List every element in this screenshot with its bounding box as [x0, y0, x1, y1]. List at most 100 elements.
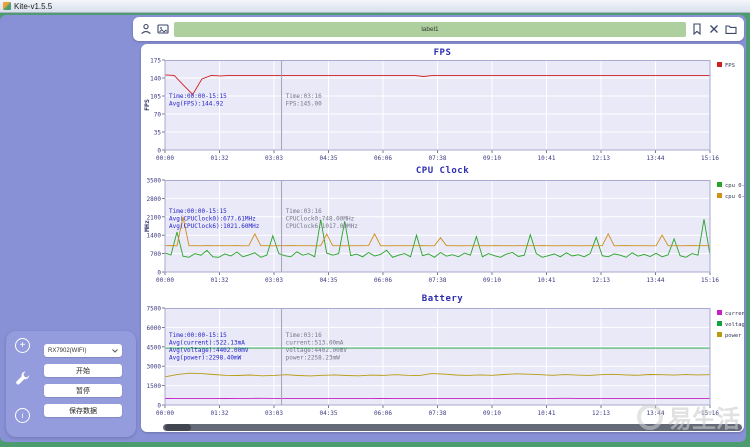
start-button[interactable]: 开始 [44, 364, 122, 377]
svg-text:105: 105 [150, 94, 161, 101]
svg-text:Avg(CPUClock0):677.61MHz: Avg(CPUClock0):677.61MHz [169, 216, 256, 223]
svg-text:FPS:145.00: FPS:145.00 [286, 100, 323, 107]
svg-text:CPUClock0:748.00MHz: CPUClock0:748.00MHz [286, 216, 355, 223]
svg-text:10:41: 10:41 [537, 277, 555, 284]
bookmark-icon[interactable] [691, 23, 703, 35]
svg-text:01:32: 01:32 [210, 277, 228, 284]
svg-text:07:38: 07:38 [428, 277, 446, 284]
svg-text:cpu 6-7: cpu 6-7 [725, 194, 744, 200]
svg-text:06:06: 06:06 [374, 155, 392, 162]
svg-text:FPS: FPS [143, 99, 151, 111]
chart-card: FPS 00:00 01:32 03:03 04:35 06:06 07:38 09:10 10… [141, 44, 744, 432]
control-panel: + i RX7902(WIFI) 开始 暂停 保存数据 [6, 331, 136, 437]
svg-text:voltage:4402.00mV: voltage:4402.00mV [286, 347, 348, 354]
window-title: Kite-v1.5.5 [14, 1, 53, 11]
svg-text:13:44: 13:44 [646, 277, 664, 284]
svg-text:0: 0 [157, 403, 161, 410]
wrench-icon[interactable] [15, 370, 31, 386]
svg-text:power:2258.23mW: power:2258.23mW [286, 355, 341, 362]
svg-text:FPS: FPS [725, 63, 735, 69]
svg-text:Avg(CPUClock6):1021.60MHz: Avg(CPUClock6):1021.60MHz [169, 223, 260, 230]
svg-text:70: 70 [154, 112, 162, 119]
svg-text:09:10: 09:10 [483, 155, 501, 162]
svg-text:15:16: 15:16 [701, 155, 719, 162]
horizontal-scrollbar[interactable] [163, 424, 742, 431]
window-titlebar: Kite-v1.5.5 [0, 0, 750, 13]
svg-text:current:513.00mA: current:513.00mA [286, 340, 344, 347]
svg-text:Time:00:00-15:15: Time:00:00-15:15 [169, 332, 227, 339]
pause-button[interactable]: 暂停 [44, 384, 122, 397]
svg-text:10:41: 10:41 [537, 155, 555, 162]
scrollbar-thumb[interactable] [165, 424, 191, 431]
chart-plot-battery[interactable]: 00:00 01:32 03:03 04:35 06:06 07:38 09:10 10:41… [141, 306, 744, 419]
svg-text:12:13: 12:13 [592, 410, 610, 417]
svg-text:140: 140 [150, 76, 161, 83]
save-data-button[interactable]: 保存数据 [44, 404, 122, 417]
top-toolbar: label1 [133, 17, 744, 41]
svg-text:3000: 3000 [147, 364, 162, 371]
svg-text:Avg(FPS):144.92: Avg(FPS):144.92 [169, 100, 224, 107]
save-data-button-label: 保存数据 [69, 407, 97, 415]
svg-text:12:13: 12:13 [592, 155, 610, 162]
svg-text:07:38: 07:38 [428, 155, 446, 162]
svg-text:04:35: 04:35 [319, 155, 337, 162]
svg-text:04:35: 04:35 [319, 277, 337, 284]
add-icon[interactable]: + [15, 338, 30, 353]
svg-text:Time:03:16: Time:03:16 [286, 208, 323, 215]
svg-text:MHz: MHz [143, 220, 151, 232]
chart-title-battery: Battery [421, 294, 464, 304]
user-icon[interactable] [140, 23, 152, 35]
folder-icon[interactable] [725, 23, 737, 35]
svg-text:06:06: 06:06 [374, 277, 392, 284]
svg-text:12:13: 12:13 [592, 277, 610, 284]
label-input[interactable]: label1 [174, 21, 686, 37]
svg-text:00:00: 00:00 [156, 277, 174, 284]
svg-text:175: 175 [150, 58, 161, 65]
chart-plot-cpu-clock[interactable]: 00:00 01:32 03:03 04:35 06:06 07:38 09:10 10:41… [141, 178, 744, 286]
app-background: label1 FPS 00:00 01:32 03:03 04:35 06:06 07:38… [0, 15, 746, 442]
svg-text:15:16: 15:16 [701, 410, 719, 417]
svg-text:Time:03:16: Time:03:16 [286, 332, 323, 339]
svg-text:CPUClock6:1017.00MHz: CPUClock6:1017.00MHz [286, 223, 359, 230]
device-select-value: RX7902(WIFI) [48, 347, 87, 354]
label-text: label1 [421, 25, 439, 33]
screenshot-icon[interactable] [157, 23, 169, 35]
info-icon[interactable]: i [15, 408, 30, 423]
svg-text:7500: 7500 [147, 306, 162, 313]
chart-plot-fps[interactable]: 00:00 01:32 03:03 04:35 06:06 07:38 09:10 10:41… [141, 58, 744, 164]
svg-text:Avg(power):2298.40mW: Avg(power):2298.40mW [169, 355, 242, 362]
svg-text:voltage: voltage [725, 322, 744, 328]
svg-text:09:10: 09:10 [483, 410, 501, 417]
svg-text:03:03: 03:03 [265, 277, 283, 284]
chevron-down-icon [112, 348, 118, 353]
svg-text:current: current [725, 311, 744, 317]
svg-text:Avg(current):522.13mA: Avg(current):522.13mA [169, 340, 245, 347]
svg-text:06:06: 06:06 [374, 410, 392, 417]
svg-text:01:32: 01:32 [210, 410, 228, 417]
chart-title-cpu-clock: CPU Clock [415, 166, 470, 176]
svg-text:Avg(voltage):4402.00mV: Avg(voltage):4402.00mV [169, 347, 249, 354]
svg-text:Time:03:16: Time:03:16 [286, 93, 323, 100]
device-select[interactable]: RX7902(WIFI) [44, 344, 122, 357]
svg-text:6000: 6000 [147, 325, 162, 332]
svg-text:0: 0 [157, 270, 161, 277]
svg-text:09:10: 09:10 [483, 277, 501, 284]
svg-text:power: power [725, 333, 742, 339]
close-icon[interactable] [708, 23, 720, 35]
svg-text:1500: 1500 [147, 383, 162, 390]
svg-text:3500: 3500 [147, 178, 162, 185]
svg-text:35: 35 [154, 130, 162, 137]
svg-text:Time:00:00-15:15: Time:00:00-15:15 [169, 93, 227, 100]
svg-text:00:00: 00:00 [156, 410, 174, 417]
chart-title-fps: FPS [433, 48, 452, 58]
svg-text:1400: 1400 [147, 233, 162, 240]
pause-button-label: 暂停 [76, 387, 90, 395]
svg-text:01:32: 01:32 [210, 155, 228, 162]
svg-text:03:03: 03:03 [265, 410, 283, 417]
start-button-label: 开始 [76, 367, 90, 375]
svg-text:2800: 2800 [147, 196, 162, 203]
svg-text:10:41: 10:41 [537, 410, 555, 417]
svg-text:cpu 0-5: cpu 0-5 [725, 183, 744, 189]
svg-text:07:38: 07:38 [428, 410, 446, 417]
svg-text:00:00: 00:00 [156, 155, 174, 162]
